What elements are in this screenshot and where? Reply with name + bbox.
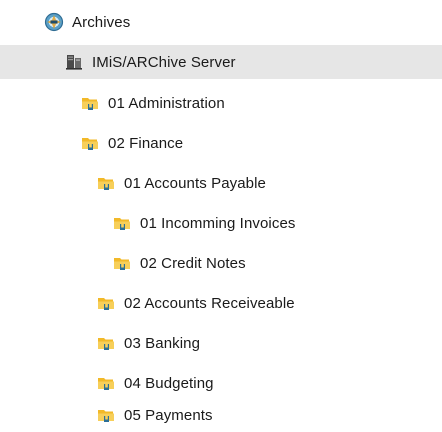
tree-node-folder[interactable]: 02 Finance xyxy=(0,126,442,160)
server-icon xyxy=(64,52,84,72)
tree-node-archives[interactable]: Archives xyxy=(0,5,442,39)
folder-icon xyxy=(96,333,116,353)
archive-tree: Archives IMiS/ARChive Server 01 Administ… xyxy=(0,0,442,432)
tree-node-folder[interactable]: 01 Administration xyxy=(0,86,442,120)
tree-node-label: Archives xyxy=(72,13,131,31)
tree-node-label: 02 Accounts Receiveable xyxy=(124,294,295,312)
tree-node-folder[interactable]: 04 Budgeting xyxy=(0,366,442,400)
folder-icon xyxy=(80,133,100,153)
tree-node-folder[interactable]: 01 Incomming Invoices xyxy=(0,206,442,240)
tree-node-label: IMiS/ARChive Server xyxy=(92,53,236,71)
tree-node-server[interactable]: IMiS/ARChive Server xyxy=(0,45,442,79)
tree-node-folder[interactable]: 05 Payments xyxy=(0,398,442,432)
tree-node-folder[interactable]: 02 Credit Notes xyxy=(0,246,442,280)
tree-node-label: 01 Accounts Payable xyxy=(124,174,266,192)
tree-node-label: 01 Incomming Invoices xyxy=(140,214,296,232)
folder-icon xyxy=(96,373,116,393)
tree-node-label: 01 Administration xyxy=(108,94,225,112)
archive-app-icon xyxy=(44,12,64,32)
folder-icon xyxy=(96,405,116,425)
folder-icon xyxy=(112,253,132,273)
folder-icon xyxy=(112,213,132,233)
tree-node-label: 04 Budgeting xyxy=(124,374,214,392)
tree-node-label: 05 Payments xyxy=(124,406,213,424)
folder-icon xyxy=(96,173,116,193)
folder-icon xyxy=(96,293,116,313)
tree-node-folder[interactable]: 03 Banking xyxy=(0,326,442,360)
tree-node-label: 02 Finance xyxy=(108,134,184,152)
tree-node-label: 03 Banking xyxy=(124,334,201,352)
tree-node-folder[interactable]: 02 Accounts Receiveable xyxy=(0,286,442,320)
folder-icon xyxy=(80,93,100,113)
tree-node-folder[interactable]: 01 Accounts Payable xyxy=(0,166,442,200)
tree-node-label: 02 Credit Notes xyxy=(140,254,246,272)
